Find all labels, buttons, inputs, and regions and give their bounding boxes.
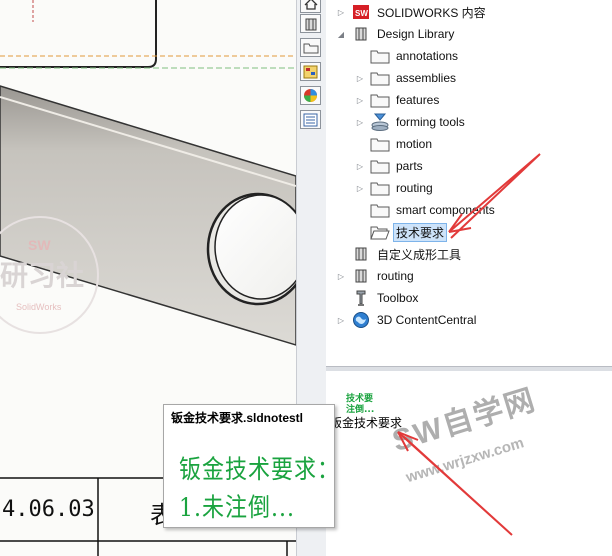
tree-item-label: 技术要求 xyxy=(393,222,448,242)
tree-item-tech-requirements[interactable]: 技术要求 xyxy=(355,222,448,242)
expander-collapsed-icon[interactable]: ▷ xyxy=(355,95,365,105)
tree-item-smart-components[interactable]: smart components xyxy=(355,200,498,220)
folder-icon xyxy=(370,135,390,153)
tree-item-label: assemblies xyxy=(396,71,457,85)
tree-item-label: smart components xyxy=(396,203,495,217)
tab-design-library[interactable] xyxy=(300,14,321,33)
tree-item-label: SOLIDWORKS 内容 xyxy=(377,5,486,20)
tooltip-preview-line-1: 钣金技术要求： xyxy=(179,455,341,485)
expander-collapsed-icon[interactable]: ▷ xyxy=(336,271,346,281)
tree-item-design-library[interactable]: ◢ Design Library xyxy=(336,24,457,44)
expander-collapsed-icon[interactable]: ▷ xyxy=(336,7,346,17)
folder-icon xyxy=(370,69,390,87)
folder-icon xyxy=(303,43,318,54)
folder-open-icon xyxy=(370,223,390,241)
svg-text:注倒...: 注倒... xyxy=(346,403,374,414)
tab-file-explorer[interactable] xyxy=(300,38,321,57)
expander-collapsed-icon[interactable]: ▷ xyxy=(355,73,365,83)
folder-icon xyxy=(370,157,390,175)
tab-view-palette[interactable] xyxy=(300,62,321,81)
tree-item-3d-contentcentral[interactable]: ▷ 3D ContentCentral xyxy=(336,310,479,330)
library-icon xyxy=(351,245,371,263)
design-library-icon xyxy=(351,25,371,43)
design-library-icon xyxy=(305,18,316,30)
tooltip-title: 钣金技术要求.sldnotestl xyxy=(171,411,304,425)
view-palette-icon xyxy=(303,65,318,78)
folder-icon xyxy=(370,201,390,219)
tree-item-label: annotations xyxy=(396,49,459,63)
svg-text:SW: SW xyxy=(355,9,368,18)
note-thumbnail[interactable]: 技术要 注倒... xyxy=(344,392,384,415)
tooltip-preview-line-2: 1.未注倒... xyxy=(179,493,295,523)
library-icon xyxy=(351,267,371,285)
note-thumbnail-image: 技术要 注倒... xyxy=(346,392,374,415)
tree-item-assemblies[interactable]: ▷ assemblies xyxy=(355,68,459,88)
tree-item-motion[interactable]: motion xyxy=(355,134,435,154)
expander-collapsed-icon[interactable]: ▷ xyxy=(355,117,365,127)
stamp-sw: SW xyxy=(28,237,51,253)
tree-item-label: Toolbox xyxy=(377,291,419,305)
tree-item-custom-forming-tools[interactable]: 自定义成形工具 xyxy=(336,244,464,264)
tree-item-solidworks-content[interactable]: ▷ SW SOLIDWORKS 内容 xyxy=(336,2,489,22)
svg-text:技术要: 技术要 xyxy=(346,392,373,404)
tree-item-label: parts xyxy=(396,159,423,173)
tree-item-annotations[interactable]: annotations xyxy=(355,46,461,66)
stamp-text: 研习社 xyxy=(0,259,84,292)
tree-item-label: Design Library xyxy=(377,27,455,41)
tree-item-routing-folder[interactable]: ▷ routing xyxy=(355,178,436,198)
tree-item-label: motion xyxy=(396,137,433,151)
design-library-tree: ▷ SW SOLIDWORKS 内容 ◢ Design Library anno… xyxy=(326,0,612,367)
tree-item-label: features xyxy=(396,93,440,107)
home-icon xyxy=(304,0,317,10)
tree-item-label: routing xyxy=(377,269,414,283)
appearances-icon xyxy=(304,89,317,102)
tree-item-toolbox[interactable]: Toolbox xyxy=(336,288,421,308)
custom-properties-icon xyxy=(303,113,318,126)
expander-expanded-icon[interactable]: ◢ xyxy=(336,29,346,39)
expander-collapsed-icon[interactable]: ▷ xyxy=(355,183,365,193)
tab-home[interactable] xyxy=(300,0,321,13)
stamp-sub: SolidWorks xyxy=(16,302,62,312)
expander-collapsed-icon[interactable]: ▷ xyxy=(336,315,346,325)
sheet-part-outline xyxy=(0,0,157,68)
file-tooltip: 钣金技术要求.sldnotestl 钣金技术要求： 1.未注倒... xyxy=(163,404,339,528)
tree-item-label: forming tools xyxy=(396,115,465,129)
solidworks-content-icon: SW xyxy=(351,3,371,21)
expander-collapsed-icon[interactable]: ▷ xyxy=(355,161,365,171)
tree-item-label: 自定义成形工具 xyxy=(377,247,462,262)
globe-icon xyxy=(351,311,371,329)
toolbox-icon xyxy=(351,289,371,307)
tree-item-label: routing xyxy=(396,181,433,195)
tree-item-parts[interactable]: ▷ parts xyxy=(355,156,426,176)
tree-item-routing-library[interactable]: ▷ routing xyxy=(336,266,417,286)
titleblock-date: 4.06.03 xyxy=(2,497,95,522)
tab-appearances[interactable] xyxy=(300,86,321,105)
folder-icon xyxy=(370,91,390,109)
tab-custom-properties[interactable] xyxy=(300,110,321,129)
forming-tools-icon xyxy=(370,113,390,131)
folder-icon xyxy=(370,179,390,197)
tree-item-label: 3D ContentCentral xyxy=(377,313,477,327)
tree-item-forming-tools[interactable]: ▷ forming tools xyxy=(355,112,468,132)
tree-item-features[interactable]: ▷ features xyxy=(355,90,442,110)
folder-icon xyxy=(370,47,390,65)
